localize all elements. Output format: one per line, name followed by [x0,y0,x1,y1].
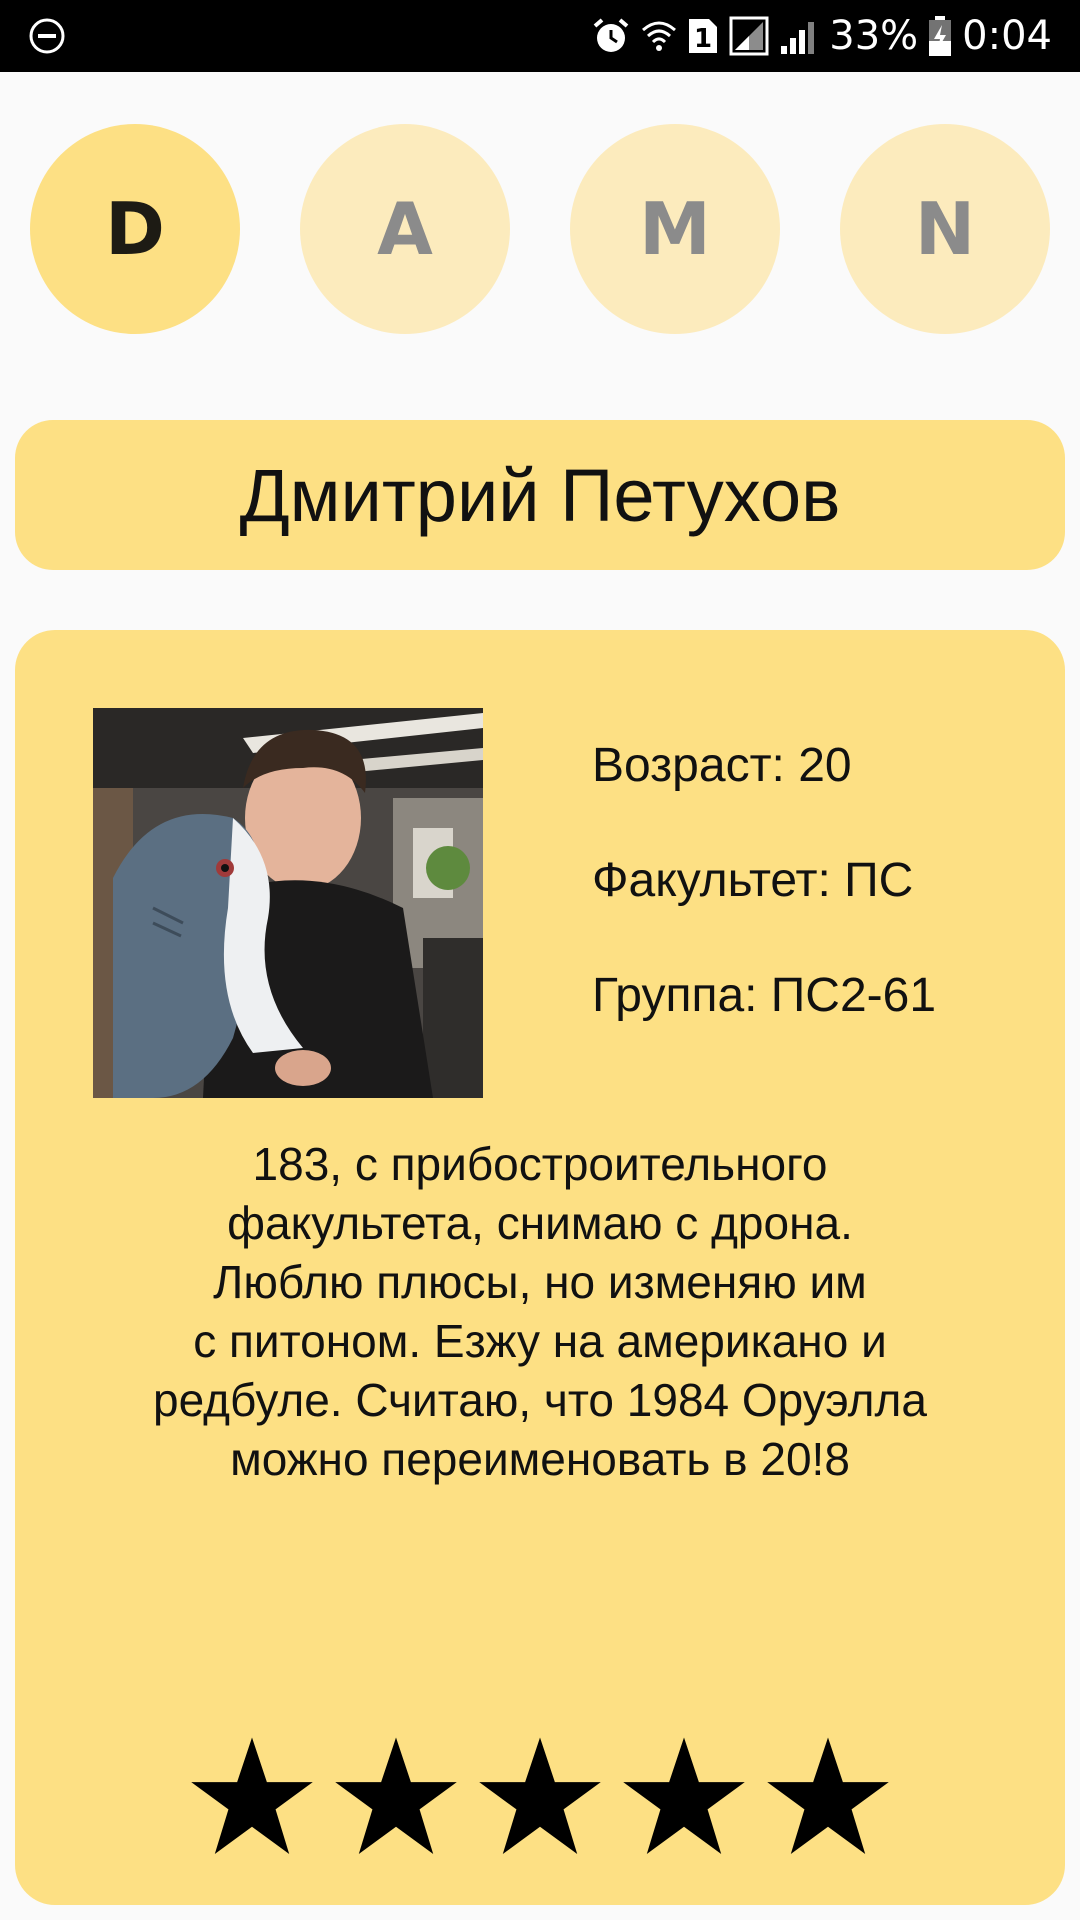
bio-line: 183, с прибостроительного [252,1138,828,1190]
team-tab-n[interactable]: N [840,124,1050,334]
star-icon[interactable] [334,1735,458,1859]
battery-percent: 33% [829,13,919,59]
star-icon[interactable] [478,1735,602,1859]
bio-text: 183, с прибостроительного факультета, сн… [75,1135,1005,1489]
bio-line: факультета, снимаю с дрона. [227,1197,853,1249]
profile-card: Возраст: 20 Факультет: ПС Группа: ПС2-61… [15,630,1065,1905]
team-tab-a[interactable]: A [300,124,510,334]
team-tab-letter: N [914,187,976,271]
member-name: Дмитрий Петухов [239,453,841,537]
signal-icon [729,16,769,56]
team-tab-m[interactable]: M [570,124,780,334]
profile-photo [93,708,483,1098]
bio-line: с питоном. Езжу на американо и [193,1315,887,1367]
signal-icon [781,22,815,54]
svg-text:1: 1 [694,24,712,54]
alarm-icon [593,18,629,52]
status-bar: 1 33% 0:04 [0,0,1080,72]
team-tab-letter: M [639,187,711,271]
battery-charging-icon [929,16,952,56]
status-bar-right: 1 33% 0:04 [591,0,1052,72]
age-label: Возраст: 20 [592,739,852,792]
star-icon[interactable] [190,1735,314,1859]
bio-line: Люблю плюсы, но изменяю им [213,1256,867,1308]
wifi-icon [642,21,677,51]
sim-1-icon: 1 [689,19,718,54]
faculty-label: Факультет: ПС [592,854,914,907]
person-with-plush-shark-photo [93,708,483,1098]
do-not-disturb-icon [29,18,65,54]
bio-line: редбуле. Считаю, что 1984 Оруэлла [153,1374,927,1426]
clock-time: 0:04 [962,13,1052,59]
star-icon[interactable] [622,1735,746,1859]
team-tab-d[interactable]: D [30,124,240,334]
star-icon[interactable] [766,1735,890,1859]
team-tab-letter: A [377,187,433,271]
group-label: Группа: ПС2-61 [592,969,937,1022]
bio-line: можно переименовать в 20!8 [230,1433,850,1485]
star-rating[interactable] [190,1735,910,1863]
member-name-banner: Дмитрий Петухов [15,420,1065,570]
team-tab-letter: D [105,187,165,271]
